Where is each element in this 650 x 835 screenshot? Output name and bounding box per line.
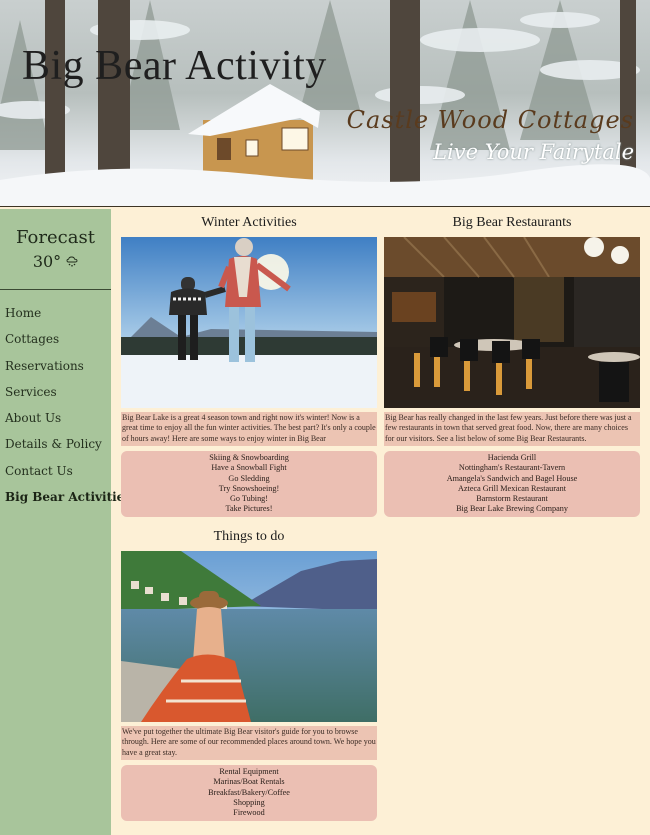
nav-item-contact-us[interactable]: Contact Us bbox=[0, 459, 111, 485]
nav-item-about-us[interactable]: About Us bbox=[0, 406, 111, 432]
list-item[interactable]: Firewood bbox=[121, 808, 377, 818]
restaurant-interior-photo bbox=[384, 237, 640, 408]
things-to-do-card: Things to do We've put together the ulti… bbox=[121, 529, 377, 822]
forecast-widget: Forecast 30° bbox=[0, 209, 111, 290]
card-title: Winter Activities bbox=[201, 215, 297, 230]
header-divider bbox=[0, 206, 650, 207]
list-item[interactable]: Go Tubing! bbox=[121, 494, 377, 504]
list-item[interactable]: Rental Equipment bbox=[121, 767, 377, 777]
card-title: Big Bear Restaurants bbox=[452, 215, 572, 230]
list-item[interactable]: Try Snowshoeing! bbox=[121, 484, 377, 494]
sidebar: Forecast 30° Home Cottages Reservations … bbox=[0, 209, 131, 835]
list-item[interactable]: Skiing & Snowboarding bbox=[121, 453, 377, 463]
card-description: Big Bear has really changed in the last … bbox=[384, 412, 640, 447]
card-description: Big Bear Lake is a great 4 season town a… bbox=[121, 412, 377, 447]
nav-item-cottages[interactable]: Cottages bbox=[0, 327, 111, 353]
card-links-list: Rental Equipment Marinas/Boat Rentals Br… bbox=[121, 765, 377, 822]
card-links-list: Skiing & Snowboarding Have a Snowball Fi… bbox=[121, 451, 377, 518]
list-item[interactable]: Amangela's Sandwich and Bagel House bbox=[384, 474, 640, 484]
lake-village-photo bbox=[121, 551, 377, 722]
restaurants-card: Big Bear Restaurants Big Bear has really… bbox=[384, 215, 640, 518]
brand-name: Castle Wood Cottages bbox=[346, 106, 634, 134]
list-item[interactable]: Barnstorm Restaurant bbox=[384, 494, 640, 504]
snow-cloud-icon bbox=[66, 256, 78, 267]
list-item[interactable]: Breakfast/Bakery/Coffee bbox=[121, 788, 377, 798]
list-item[interactable]: Nottingham's Restaurant-Tavern bbox=[384, 463, 640, 473]
snowy-forest-illustration bbox=[0, 0, 650, 207]
forecast-label: Forecast bbox=[16, 227, 95, 248]
list-item[interactable]: Take Pictures! bbox=[121, 504, 377, 514]
nav-item-home[interactable]: Home bbox=[0, 301, 111, 327]
winter-activities-card: Winter Activities Big Bear Lake is a gre… bbox=[121, 215, 377, 518]
winter-couple-photo bbox=[121, 237, 377, 408]
card-links-list: Hacienda Grill Nottingham's Restaurant-T… bbox=[384, 451, 640, 518]
site-title: Big Bear Activity bbox=[22, 43, 327, 89]
list-item[interactable]: Hacienda Grill bbox=[384, 453, 640, 463]
nav-item-services[interactable]: Services bbox=[0, 380, 111, 406]
nav-item-details-policy[interactable]: Details & Policy bbox=[0, 432, 111, 458]
header-banner: Big Bear Activity Castle Wood Cottages L… bbox=[0, 0, 650, 207]
list-item[interactable]: Have a Snowball Fight bbox=[121, 463, 377, 473]
list-item[interactable]: Marinas/Boat Rentals bbox=[121, 777, 377, 787]
nav-item-big-bear-activities[interactable]: Big Bear Activities bbox=[0, 485, 131, 511]
card-title: Things to do bbox=[213, 529, 285, 544]
main-nav: Home Cottages Reservations Services Abou… bbox=[0, 290, 131, 511]
forecast-temperature-row: 30° bbox=[33, 252, 78, 271]
list-item[interactable]: Big Bear Lake Brewing Company bbox=[384, 504, 640, 514]
list-item[interactable]: Shopping bbox=[121, 798, 377, 808]
list-item[interactable]: Go Sledding bbox=[121, 474, 377, 484]
card-description: We've put together the ultimate Big Bear… bbox=[121, 726, 377, 761]
list-item[interactable]: Azteca Grill Mexican Restaurant bbox=[384, 484, 640, 494]
brand-tagline: Live Your Fairytale bbox=[433, 140, 634, 164]
nav-item-reservations[interactable]: Reservations bbox=[0, 354, 111, 380]
forecast-temperature: 30° bbox=[32, 252, 62, 271]
